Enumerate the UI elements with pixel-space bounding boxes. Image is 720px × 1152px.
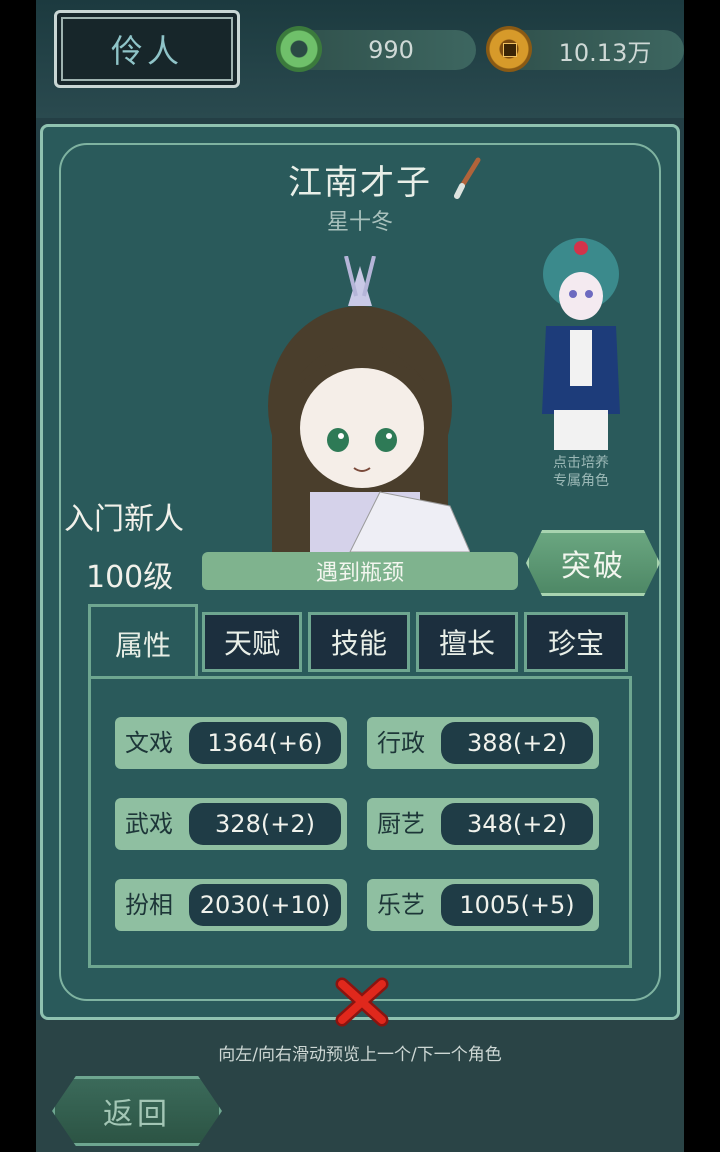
back-button[interactable]: 返回: [52, 1076, 222, 1146]
stat-label: 行政: [377, 729, 425, 757]
stat-label: 文戏: [125, 729, 173, 757]
stat-item: 武戏 328(+2): [115, 798, 347, 850]
stat-label: 扮相: [125, 891, 173, 919]
stat-value: 2030(+10): [189, 884, 341, 926]
coin-count: 10.13万: [558, 38, 652, 67]
stat-item: 扮相 2030(+10): [115, 879, 347, 931]
coin-icon: [486, 26, 532, 72]
stat-item: 厨艺 348(+2): [367, 798, 599, 850]
stat-value: 388(+2): [441, 722, 593, 764]
game-screen: 伶人 990 10.13万 江南才子 星十冬 点击培养 专属角色 入门新人 10…: [36, 0, 684, 1152]
close-icon[interactable]: [334, 976, 390, 1028]
swipe-hint: 向左/向右滑动预览上一个/下一个角色: [218, 1045, 502, 1065]
tab-treasure[interactable]: 珍宝: [524, 612, 628, 672]
tab-talent[interactable]: 天赋: [202, 612, 302, 672]
page-title: 伶人: [54, 10, 240, 88]
mini-character-icon[interactable]: [536, 234, 626, 454]
character-portrait[interactable]: [250, 256, 470, 552]
attributes-panel: 文戏 1364(+6) 行政 388(+2) 武戏 328(+2) 厨艺 348…: [88, 676, 632, 968]
brush-icon[interactable]: [452, 156, 484, 200]
tab-bar: 属性 天赋 技能 擅长 珍宝: [88, 604, 632, 680]
stat-value: 328(+2): [189, 803, 341, 845]
rank-title: 入门新人: [64, 502, 184, 537]
progress-text: 遇到瓶颈: [315, 561, 404, 586]
stat-value: 1364(+6): [189, 722, 341, 764]
tab-attributes[interactable]: 属性: [88, 604, 198, 680]
stat-label: 武戏: [125, 810, 173, 838]
stat-item: 行政 388(+2): [367, 717, 599, 769]
jade-count: 990: [368, 36, 414, 64]
stat-value: 348(+2): [441, 803, 593, 845]
progress-bar: 遇到瓶颈: [202, 552, 518, 590]
jade-icon: [276, 26, 322, 72]
character-subtitle: 星十冬: [326, 210, 393, 235]
stat-item: 文戏 1364(+6): [115, 717, 347, 769]
breakthrough-button[interactable]: 突破: [526, 530, 660, 596]
tab-skills[interactable]: 技能: [308, 612, 410, 672]
tab-specialty[interactable]: 擅长: [416, 612, 518, 672]
stat-label: 乐艺: [377, 891, 425, 919]
level-label: 100级: [86, 560, 174, 595]
stat-item: 乐艺 1005(+5): [367, 879, 599, 931]
mini-character-caption: 点击培养 专属角色: [553, 455, 609, 489]
top-bar: 伶人 990 10.13万: [36, 0, 684, 118]
character-name: 江南才子: [288, 163, 432, 203]
stat-value: 1005(+5): [441, 884, 593, 926]
stat-label: 厨艺: [377, 810, 425, 838]
